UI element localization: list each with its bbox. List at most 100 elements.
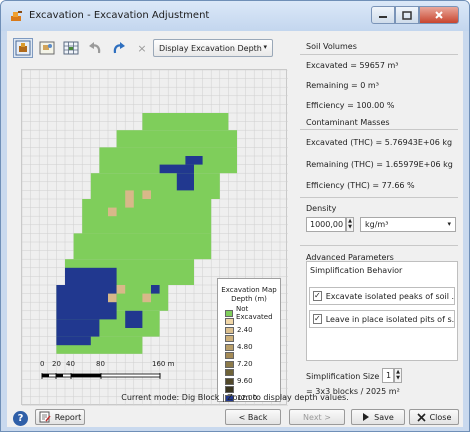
minimize-button[interactable]	[371, 6, 395, 24]
legend-label: Not Excavated	[236, 305, 273, 321]
simplification-group: Simplification Behavior ✓ Excavate isola…	[306, 261, 458, 361]
chevron-down-icon: ▾	[263, 43, 267, 51]
map-legend: Excavation Map Depth (m) Not Excavated 2.…	[217, 278, 281, 402]
density-input[interactable]: 1000,00	[306, 217, 346, 232]
soil-volumes-title: Soil Volumes	[306, 42, 357, 51]
legend-swatch	[225, 343, 234, 351]
stepper-down-icon: ▼	[348, 224, 352, 230]
volume-excavated: Excavated = 59657 m³	[306, 61, 399, 70]
report-label: Report	[54, 412, 82, 422]
caption-buttons	[371, 6, 459, 24]
simplification-behavior-label: Simplification Behavior	[310, 266, 403, 275]
save-button[interactable]: Save	[351, 409, 405, 425]
legend-item: 4.80	[225, 343, 253, 351]
play-icon	[363, 413, 370, 421]
leave-pits-checkbox[interactable]: ✓	[313, 314, 322, 324]
report-button[interactable]: Report	[35, 409, 85, 425]
scale-label: 40	[66, 360, 75, 368]
excavator-app-icon	[11, 11, 22, 21]
grid-tool-button[interactable]	[61, 38, 81, 58]
clear-button[interactable]: ×	[135, 38, 149, 58]
excavate-peaks-label: Excavate isolated peaks of soil ...	[325, 291, 455, 301]
legend-item: 9.60	[225, 377, 253, 385]
map-view-tool-button[interactable]	[37, 38, 57, 58]
divider	[300, 197, 458, 198]
excavation-map[interactable]: Excavation Map Depth (m) Not Excavated 2.…	[21, 69, 288, 406]
contaminant-masses-title: Contaminant Masses	[306, 118, 390, 127]
dig-block-icon	[15, 40, 31, 56]
legend-swatch	[225, 360, 234, 368]
stepper-down-icon: ▼	[396, 375, 400, 381]
scale-label: 160 m	[152, 360, 175, 368]
legend-item: 2.40	[225, 326, 253, 334]
scale-label: 0	[40, 360, 45, 368]
display-mode-value: Display Excavation Depth	[159, 43, 262, 53]
legend-title-line2: Depth (m)	[231, 295, 267, 303]
undo-icon	[89, 42, 101, 54]
scale-label: 80	[96, 360, 105, 368]
app-window: Excavation - Excavation Adjustment × Dis…	[0, 0, 470, 432]
legend-item	[225, 318, 237, 326]
legend-title-line1: Excavation Map	[221, 286, 277, 294]
mass-remaining: Remaining (THC) = 1.65979E+06 kg	[306, 160, 453, 169]
grid-icon	[63, 41, 79, 55]
legend-item: Not Excavated	[225, 305, 280, 321]
legend-label: 2.40	[237, 326, 253, 334]
legend-swatch	[225, 386, 234, 393]
report-icon	[39, 411, 51, 423]
legend-label: 9.60	[237, 377, 253, 385]
simplification-size-stepper[interactable]: ▲ ▼	[394, 368, 402, 383]
legend-swatch	[225, 326, 234, 334]
divider	[300, 245, 458, 246]
legend-item: 7.20	[225, 360, 253, 368]
dialog-client: × Display Excavation Depth ▾ Excavation …	[7, 31, 463, 427]
redo-icon	[113, 42, 125, 54]
excavate-peaks-checkbox-row[interactable]: ✓ Excavate isolated peaks of soil ...	[309, 287, 455, 305]
close-button[interactable]: Close	[409, 409, 459, 425]
density-value: 1000,00	[310, 220, 344, 229]
scale-ruler	[41, 373, 161, 379]
legend-swatch	[225, 309, 234, 317]
legend-title: Excavation Map Depth (m)	[218, 286, 280, 304]
divider	[300, 129, 458, 130]
simplification-size-label: Simplification Size	[306, 372, 380, 381]
legend-label: 4.80	[237, 343, 253, 351]
help-button[interactable]: ?	[13, 411, 28, 426]
legend-swatch	[225, 335, 234, 342]
map-view-icon	[39, 41, 55, 55]
close-icon	[435, 11, 443, 19]
mass-excavated: Excavated (THC) = 5.76943E+06 kg	[306, 138, 453, 147]
window-title: Excavation - Excavation Adjustment	[29, 10, 210, 21]
simplification-size-value: 1	[386, 371, 392, 380]
legend-label: 7.20	[237, 360, 253, 368]
simplification-size-input[interactable]: 1	[382, 368, 394, 383]
density-title: Density	[306, 204, 337, 213]
maximize-button[interactable]	[395, 6, 419, 24]
dig-block-tool-button[interactable]	[13, 38, 33, 58]
close-label: Close	[429, 412, 452, 422]
close-window-button[interactable]	[419, 6, 459, 24]
legend-swatch	[225, 369, 234, 376]
maximize-icon	[402, 10, 412, 20]
excavate-peaks-checkbox[interactable]: ✓	[313, 291, 322, 301]
density-unit-dropdown[interactable]: kg/m³ ▾	[360, 217, 456, 232]
display-mode-dropdown[interactable]: Display Excavation Depth ▾	[153, 39, 273, 57]
volume-efficiency: Efficiency = 100.00 %	[306, 101, 395, 110]
redo-button[interactable]	[109, 38, 129, 58]
legend-swatch	[225, 318, 234, 325]
toolbar: × Display Excavation Depth ▾	[13, 37, 273, 59]
mass-efficiency: Efficiency (THC) = 77.66 %	[306, 181, 415, 190]
title-bar: Excavation - Excavation Adjustment	[1, 1, 469, 31]
leave-pits-checkbox-row[interactable]: ✓ Leave in place isolated pits of s...	[309, 310, 455, 328]
save-label: Save	[374, 412, 394, 422]
legend-swatch	[225, 352, 234, 359]
density-stepper[interactable]: ▲ ▼	[346, 217, 354, 232]
legend-item	[225, 369, 237, 377]
undo-button[interactable]	[85, 38, 105, 58]
legend-item	[225, 335, 237, 343]
next-button[interactable]: Next >	[289, 409, 345, 425]
scale-label: 20	[52, 360, 61, 368]
density-unit-value: kg/m³	[365, 220, 389, 229]
back-button[interactable]: < Back	[225, 409, 281, 425]
status-text: Current mode: Dig Block | Zoom to displa…	[121, 393, 349, 402]
